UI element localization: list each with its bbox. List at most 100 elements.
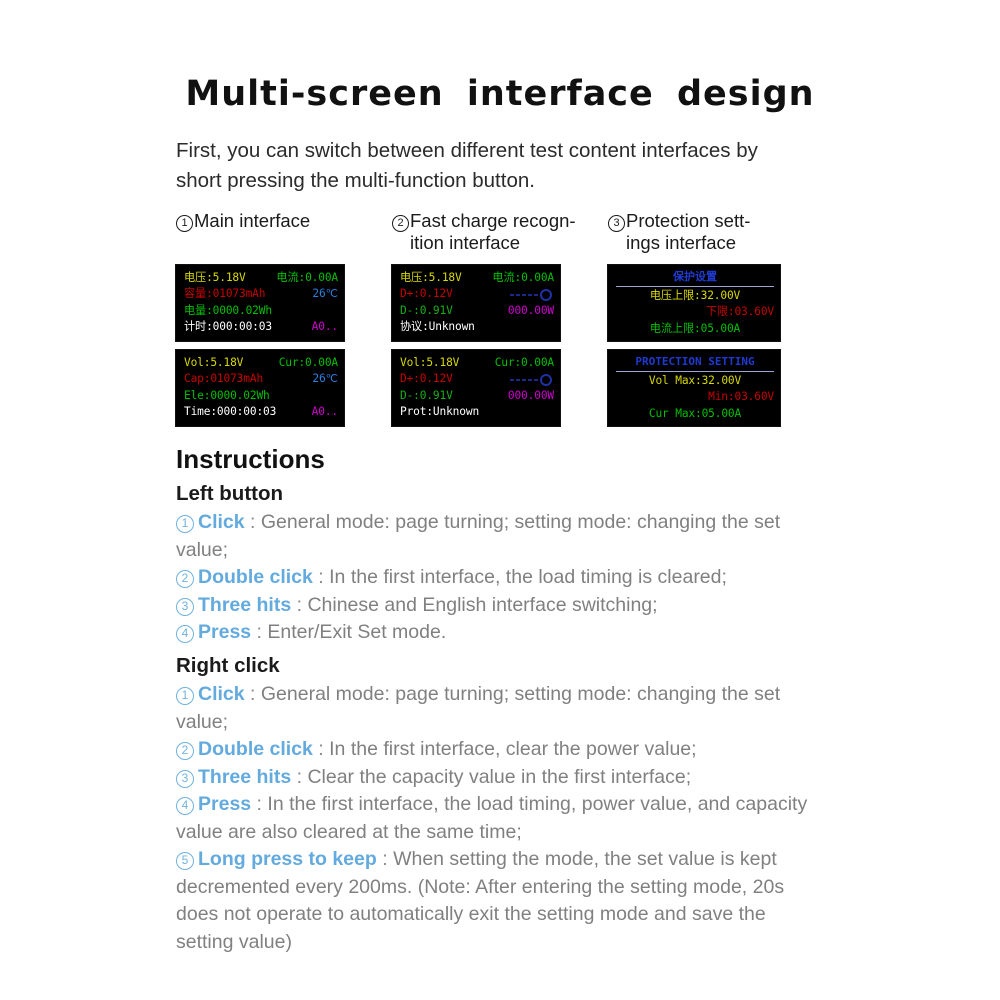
instruction-colon: : bbox=[244, 683, 261, 705]
lcd-value: Vol Max:32.00V bbox=[648, 374, 742, 387]
instruction-colon: : bbox=[312, 738, 330, 760]
lcd-spacer bbox=[453, 371, 510, 387]
lcd-value: D+:0.12V bbox=[400, 372, 453, 386]
circled-number-icon: 2 bbox=[392, 215, 409, 232]
instruction-item: 1 Click : General mode: page turning; set… bbox=[176, 681, 816, 736]
lcd-screen-1-en: Vol:5.18V Cur:0.00A Cap:01073mAh 26℃ Ele:000… bbox=[176, 350, 344, 426]
instruction-label: Click bbox=[198, 511, 245, 533]
circled-number-icon: 1 bbox=[176, 215, 193, 232]
circled-number-icon: 4 bbox=[176, 625, 194, 643]
instruction-text: In the first interface, clear the power … bbox=[329, 738, 697, 760]
circled-number-icon: 2 bbox=[176, 742, 194, 760]
instruction-item: 2 Double click : In the first interface, … bbox=[176, 564, 816, 592]
lcd-spacer bbox=[453, 303, 508, 319]
circled-number-icon: 3 bbox=[176, 769, 194, 788]
lcd-row: Time:000:00:03 A0.. bbox=[184, 404, 338, 420]
instructions-section-right: Right click 1 Click : General mode: page t… bbox=[176, 654, 816, 956]
column-heading-3: 3 Protection sett-ings interface bbox=[608, 210, 824, 256]
dash-segment-icon bbox=[528, 378, 532, 381]
dash-segment-icon bbox=[516, 293, 520, 296]
instruction-text: In the first interface, the load timing … bbox=[329, 566, 727, 588]
lcd-screen-title: 保护设置 bbox=[616, 270, 774, 287]
column-heading-line1: Protection sett- bbox=[626, 210, 751, 231]
lcd-value: 电压:5.18V bbox=[184, 271, 246, 284]
lcd-value: 电压:5.18V bbox=[400, 271, 462, 284]
instruction-colon: : bbox=[251, 793, 268, 815]
circled-number-icon: 4 bbox=[176, 797, 194, 815]
lcd-value: D+:0.12V bbox=[400, 287, 453, 301]
lcd-value: 26℃ bbox=[312, 287, 338, 301]
lcd-row: Prot:Unknown bbox=[400, 404, 554, 420]
lcd-value: Vol:5.18V bbox=[184, 356, 244, 369]
interface-columns: 1 Main interface 电压:5.18V 电流:0.00A 容量:01073m… bbox=[176, 210, 826, 426]
lcd-row: 电压:5.18V 电流:0.00A bbox=[400, 270, 554, 286]
dash-segment-icon bbox=[522, 293, 526, 296]
column-heading-line2: ings interface bbox=[626, 232, 737, 253]
lcd-row: D+:0.12V bbox=[400, 371, 554, 387]
lcd-value: Cur Max:05.00A bbox=[648, 406, 742, 420]
lcd-value: Cur:0.00A bbox=[278, 356, 338, 369]
instruction-item: 2 Double click : In the first interface, … bbox=[176, 736, 816, 764]
circled-number-icon: 3 bbox=[608, 215, 625, 232]
lcd-value: D-:0.91V bbox=[400, 388, 453, 402]
lcd-value: 电流:0.00A bbox=[276, 271, 338, 284]
instruction-colon: : bbox=[244, 511, 261, 533]
dash-segment-icon bbox=[534, 378, 538, 381]
lcd-value: D-:0.91V bbox=[400, 303, 453, 317]
lcd-value: 电量:0000.02Wh bbox=[184, 303, 272, 317]
lcd-value: Vol:5.18V bbox=[400, 356, 460, 369]
lcd-value: 000.00W bbox=[507, 303, 554, 317]
lcd-screen-3-zh: 保护设置 电压上限:32.00V 下限:03.60V 电流上限:05.00A bbox=[608, 265, 780, 341]
lcd-value: A0.. bbox=[311, 405, 338, 419]
instruction-label: Double click bbox=[198, 566, 313, 588]
lcd-spacer bbox=[263, 371, 312, 387]
circle-icon bbox=[540, 288, 552, 301]
circled-number-icon: 3 bbox=[176, 597, 194, 616]
interface-column-3: 3 Protection sett-ings interface 保护设置电压上限:… bbox=[608, 210, 824, 426]
interface-column-1: 1 Main interface 电压:5.18V 电流:0.00A 容量:01073m… bbox=[176, 210, 392, 426]
lcd-row: Cur Max:05.00A bbox=[616, 406, 774, 422]
circled-number-icon: 5 bbox=[176, 852, 194, 870]
dash-segment-icon bbox=[516, 378, 520, 381]
instruction-label: Three hits bbox=[198, 593, 292, 616]
lcd-value: Cap:01073mAh bbox=[184, 372, 264, 386]
instruction-label: Double click bbox=[198, 738, 313, 760]
column-heading-line1: Fast charge recogn- bbox=[410, 210, 576, 231]
lcd-value: 计时:000:00:03 bbox=[184, 320, 272, 334]
instruction-colon: : bbox=[291, 593, 308, 616]
instruction-text: Clear the capacity value in the first in… bbox=[307, 765, 692, 788]
lcd-row: 计时:000:00:03 A0.. bbox=[184, 319, 338, 335]
lcd-row: D+:0.12V bbox=[400, 286, 554, 302]
lcd-spacer bbox=[272, 319, 312, 335]
instructions-section-heading: Right click bbox=[176, 654, 280, 677]
lcd-value: Prot:Unknown bbox=[400, 405, 480, 419]
lcd-spacer bbox=[276, 404, 311, 420]
instruction-colon: : bbox=[312, 566, 330, 588]
lcd-value: Min:03.60V bbox=[708, 390, 774, 404]
lcd-row: 电压:5.18V 电流:0.00A bbox=[184, 270, 338, 286]
lcd-row: Cap:01073mAh 26℃ bbox=[184, 371, 338, 387]
lcd-value: Ele:0000.02Wh bbox=[184, 388, 270, 402]
page-title: Multi-screen interface design bbox=[185, 74, 815, 114]
lcd-value: 电流:0.00A bbox=[492, 271, 554, 284]
column-heading-line1: Main interface bbox=[194, 210, 311, 231]
dash-segment-icon bbox=[528, 293, 532, 296]
lcd-value: Cur:0.00A bbox=[494, 356, 554, 369]
lcd-value: 000.00W bbox=[507, 388, 554, 402]
instructions-heading: Instructions bbox=[176, 444, 325, 474]
instruction-text: In the first interface, the load timing,… bbox=[176, 793, 808, 843]
circled-number-icon: 1 bbox=[176, 515, 194, 533]
dashed-line-circle-icon bbox=[510, 371, 552, 387]
instruction-colon: : bbox=[251, 621, 268, 643]
dash-segment-icon bbox=[522, 378, 526, 381]
instruction-item: 5 Long press to keep : When setting the m… bbox=[176, 846, 816, 956]
lcd-spacer bbox=[246, 270, 277, 286]
lcd-value: 电压上限:32.00V bbox=[649, 289, 741, 302]
page-root: Multi-screen interface design First, you… bbox=[0, 0, 1000, 1000]
lcd-row: Ele:0000.02Wh bbox=[184, 388, 338, 404]
lcd-row: 协议:Unknown bbox=[400, 319, 554, 335]
lcd-spacer bbox=[453, 286, 510, 302]
instruction-item: 3 Three hits : Chinese and English interf… bbox=[176, 592, 816, 620]
instruction-label: Three hits bbox=[198, 765, 292, 788]
instructions-section-heading: Left button bbox=[176, 482, 284, 505]
